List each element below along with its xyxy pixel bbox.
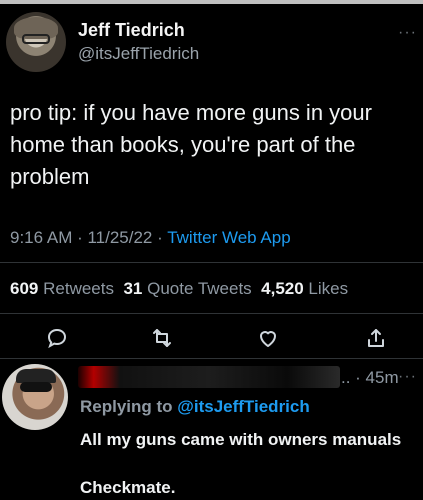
retweet-icon[interactable] <box>150 326 174 350</box>
quotes-stat[interactable]: 31 Quote Tweets <box>123 279 251 298</box>
reply-icon[interactable] <box>45 326 69 350</box>
action-bar <box>0 320 423 356</box>
reply-text-line: All my guns came with owners manuals <box>80 430 402 449</box>
more-options-icon[interactable]: ··· <box>398 24 417 42</box>
replying-prefix: Replying to <box>80 397 178 416</box>
tweet-text: pro tip: if you have more guns in your h… <box>10 100 372 189</box>
divider <box>0 262 423 263</box>
tweet-timestamp[interactable]: 9:16 AM · 11/25/22 · <box>10 228 167 247</box>
author-handle[interactable]: @itsJeffTiedrich <box>78 44 199 64</box>
quotes-count: 31 <box>123 279 143 298</box>
reply-timestamp[interactable]: .. · 45m <box>341 368 399 388</box>
author-avatar[interactable] <box>6 12 66 72</box>
share-icon[interactable] <box>364 326 388 350</box>
retweets-label: Retweets <box>43 279 114 298</box>
likes-stat[interactable]: 4,520 Likes <box>261 279 348 298</box>
tweet-source-app[interactable]: Twitter Web App <box>167 228 290 247</box>
redacted-username <box>78 366 340 388</box>
retweets-stat[interactable]: 609 Retweets <box>10 279 114 298</box>
likes-count: 4,520 <box>261 279 304 298</box>
likes-label: Likes <box>308 279 349 298</box>
avatar-sunglasses <box>20 382 52 392</box>
quotes-label: Quote Tweets <box>147 279 252 298</box>
replying-to: Replying to @itsJeffTiedrich <box>80 397 310 417</box>
reply-author-avatar[interactable] <box>2 364 68 430</box>
replying-handle[interactable]: @itsJeffTiedrich <box>177 397 309 416</box>
reply-text-line: Checkmate. <box>80 478 176 497</box>
tweet-meta: 9:16 AM · 11/25/22 · Twitter Web App <box>10 228 291 248</box>
like-icon[interactable] <box>256 326 280 350</box>
divider <box>0 313 423 314</box>
top-border <box>0 0 423 4</box>
avatar-glasses <box>22 34 50 44</box>
tweet-stats: 609 Retweets 31 Quote Tweets 4,520 Likes <box>10 279 348 299</box>
avatar-cap <box>16 369 56 383</box>
retweets-count: 609 <box>10 279 39 298</box>
divider <box>0 358 423 359</box>
reply-more-options-icon[interactable]: ··· <box>398 368 417 386</box>
author-name[interactable]: Jeff Tiedrich <box>78 20 185 41</box>
